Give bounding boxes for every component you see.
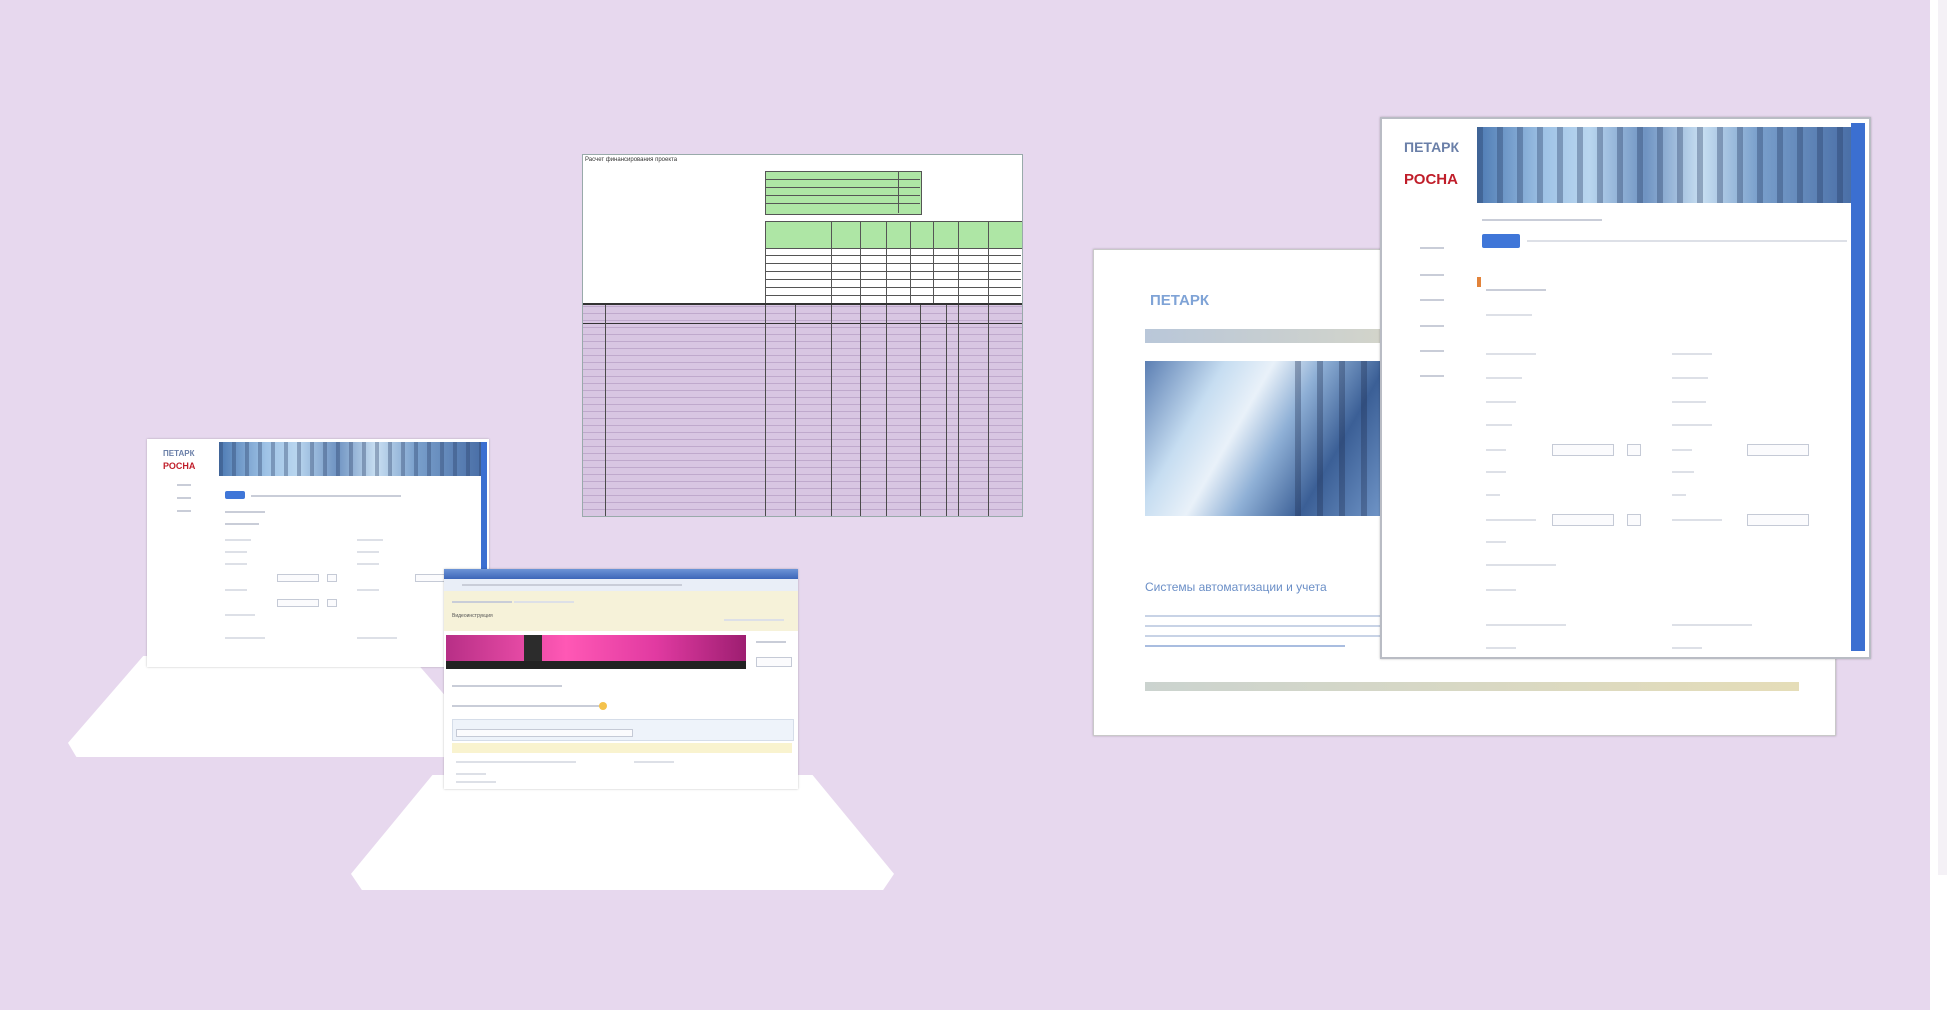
app-window-logo: ПЕТАРК	[1404, 139, 1460, 155]
spreadsheet-screenshot: Расчет финансирования проекта	[582, 154, 1023, 517]
spreadsheet-title: Расчет финансирования проекта	[585, 157, 678, 163]
spreadsheet-header-table	[765, 221, 1022, 249]
laptop-middle-base	[351, 775, 894, 890]
video-caption: Видеоинструкция	[452, 613, 493, 619]
laptop-middle-screen: Видеоинструкция	[444, 569, 798, 789]
laptop-left-brand: РОСНА	[163, 461, 196, 471]
laptop-left-logo: ПЕТАРК	[163, 449, 195, 458]
laptop-left-screen: ПЕТАРК РОСНА	[147, 439, 489, 667]
app-window-field-3[interactable]	[1552, 514, 1614, 526]
laptop-left-tab-active[interactable]	[225, 491, 245, 499]
laptop-left-base	[68, 656, 486, 757]
app-window-field-1[interactable]	[1552, 444, 1614, 456]
spreadsheet-body	[583, 305, 1022, 516]
app-window-field-2[interactable]	[1747, 444, 1809, 456]
collage-background: ПЕТАРК РОСНА Расчет финансирования проек…	[0, 0, 1930, 1010]
app-window-tab-active[interactable]	[1482, 234, 1520, 248]
video-player[interactable]	[446, 635, 746, 661]
app-window-scroll-edge	[1851, 123, 1865, 651]
app-window-banner	[1477, 127, 1851, 203]
document-heading: Системы автоматизации и учета	[1145, 580, 1327, 594]
app-window-screenshot: ПЕТАРК РОСНА	[1380, 117, 1871, 659]
app-window-brand: РОСНА	[1404, 171, 1458, 188]
document-photo	[1145, 361, 1380, 516]
laptop-left-banner	[219, 442, 481, 476]
laptop-left-field[interactable]	[277, 574, 319, 582]
document-logo: ПЕТАРК	[1150, 292, 1209, 309]
right-edge-shade	[1938, 0, 1947, 875]
